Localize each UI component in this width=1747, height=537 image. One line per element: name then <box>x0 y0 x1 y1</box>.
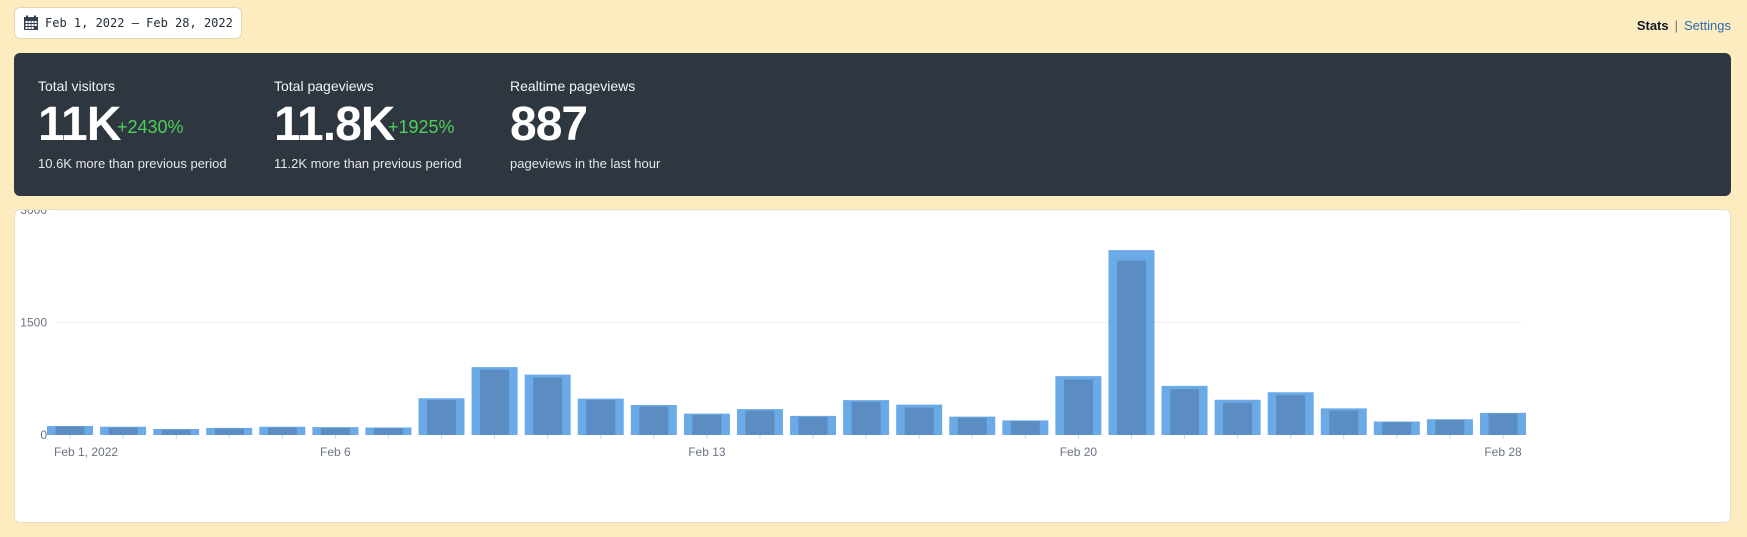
bar-series-2 <box>55 426 85 435</box>
bar-series-2 <box>1010 421 1040 435</box>
bar-series-2 <box>373 428 403 435</box>
bar-series-2 <box>161 429 191 435</box>
bar-series-2 <box>1435 420 1465 435</box>
bar-series-2 <box>904 407 934 435</box>
bar-series-2 <box>957 417 987 435</box>
bar-series-2 <box>1063 379 1093 435</box>
bar-series-2 <box>1382 422 1412 435</box>
bar-series-2 <box>1170 389 1200 435</box>
metric-subtext: pageviews in the last hour <box>510 156 661 171</box>
bar-series-2 <box>851 402 881 435</box>
metric-label: Total pageviews <box>274 78 374 94</box>
bar-series-2 <box>1329 410 1359 435</box>
nav-separator: | <box>1674 18 1679 33</box>
bar-series-2 <box>586 400 616 435</box>
metric-value: 887 <box>510 98 588 151</box>
bar-series-2 <box>1488 413 1518 435</box>
bar-series-2 <box>214 428 244 435</box>
stats-summary-panel: Total visitors 11K +2430% 10.6K more tha… <box>14 53 1731 196</box>
x-tick-label: Feb 28 <box>1484 445 1522 459</box>
date-range-picker[interactable]: Feb 1, 2022 — Feb 28, 2022 <box>14 7 242 39</box>
calendar-icon <box>24 15 38 30</box>
date-range-label: Feb 1, 2022 — Feb 28, 2022 <box>45 16 233 30</box>
y-tick-label: 3000 <box>20 210 47 217</box>
top-navigation: Stats | Settings <box>1637 18 1731 33</box>
bar-series-2 <box>692 414 722 435</box>
x-tick-label: Feb 13 <box>688 445 726 459</box>
nav-stats[interactable]: Stats <box>1637 18 1669 33</box>
bar-series-2 <box>320 427 350 435</box>
x-tick-label: Feb 20 <box>1060 445 1098 459</box>
metric-change: +1925% <box>388 117 455 137</box>
nav-settings-link[interactable]: Settings <box>1684 18 1731 33</box>
metric-value: 11K <box>38 98 121 151</box>
y-tick-label: 1500 <box>20 316 47 330</box>
bar-series-2 <box>427 400 457 435</box>
bar-series-2 <box>480 369 510 435</box>
metric-label: Realtime pageviews <box>510 78 636 94</box>
pageviews-chart-card: 0 1500 3000 Feb 1, 2022 Feb 6 Feb 13 Feb 20 Feb… <box>14 209 1731 523</box>
bar-series-2 <box>267 427 297 435</box>
metric-value: 11.8K <box>274 98 395 151</box>
metric-subtext: 11.2K more than previous period <box>274 156 462 171</box>
bar-series-2 <box>745 410 775 435</box>
bar-series-2 <box>639 406 669 435</box>
metric-label: Total visitors <box>38 78 116 94</box>
bar-series-2 <box>108 427 138 435</box>
metric-subtext: 10.6K more than previous period <box>38 156 227 171</box>
metric-change: +2430% <box>117 117 184 137</box>
bar-series-2 <box>1116 260 1146 435</box>
bar-series-2 <box>1276 395 1306 435</box>
y-tick-label: 0 <box>40 428 47 442</box>
bar-series-2 <box>1223 402 1253 435</box>
x-tick-label: Feb 6 <box>320 445 351 459</box>
pageviews-bar-chart: 0 1500 3000 Feb 1, 2022 Feb 6 Feb 13 Feb 20 Feb… <box>20 210 1526 459</box>
bar-series-2 <box>533 377 563 435</box>
x-tick-label: Feb 1, 2022 <box>54 445 118 459</box>
bar-series-2 <box>798 417 828 435</box>
